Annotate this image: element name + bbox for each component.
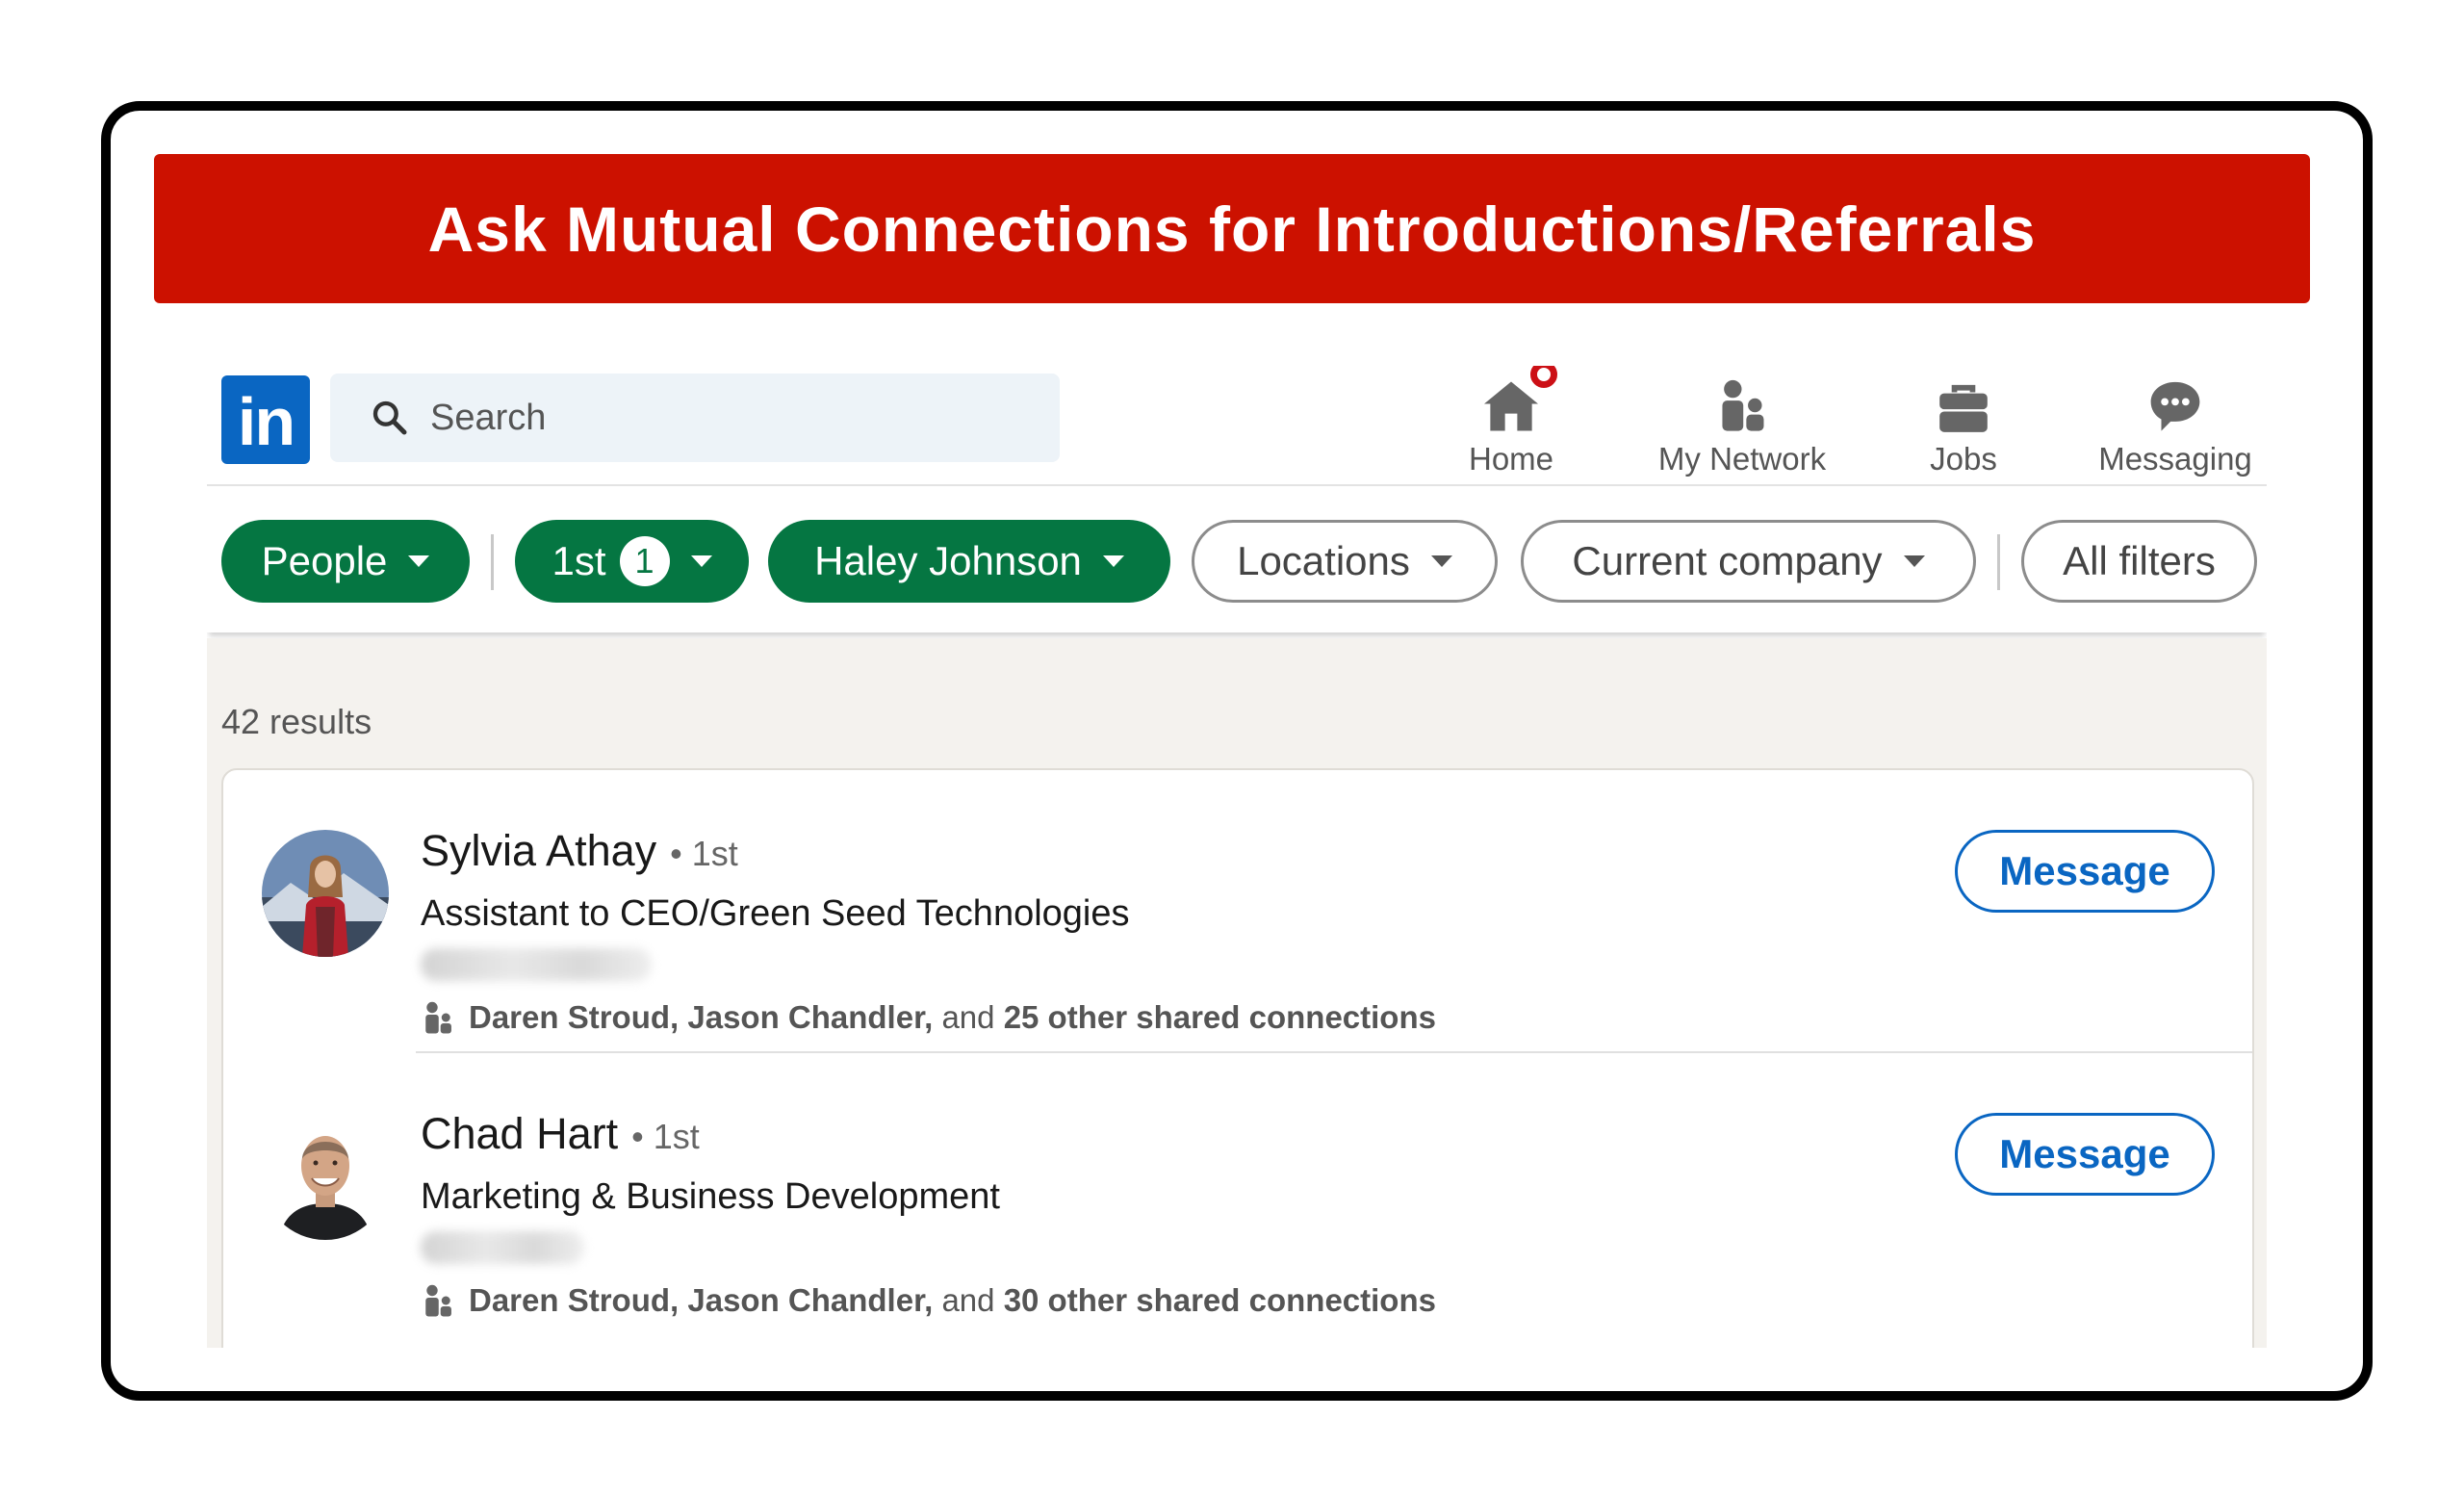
filter-connections[interactable]: 1st 1 [515, 520, 749, 603]
connection-degree: • 1st [631, 1117, 700, 1156]
top-nav-bar: in Home [207, 366, 2267, 486]
shared-connections[interactable]: Daren Stroud, Jason Chandler, and 25 oth… [421, 999, 1436, 1036]
briefcase-icon [1939, 384, 1988, 432]
result-headline: Assistant to CEO/Green Seed Technologies [421, 893, 1130, 934]
banner-title: Ask Mutual Connections for Introductions… [427, 193, 2037, 265]
filter-connection-of-label: Haley Johnson [814, 538, 1082, 583]
result-headline: Marketing & Business Development [421, 1176, 1000, 1217]
filter-connections-label: 1st [552, 538, 606, 583]
message-button[interactable]: Message [1955, 1113, 2215, 1196]
avatar[interactable] [262, 1113, 389, 1240]
caret-down-icon [690, 555, 712, 567]
message-button[interactable]: Message [1955, 830, 2215, 913]
filter-locations-label: Locations [1237, 538, 1410, 583]
filter-people[interactable]: People [221, 520, 470, 603]
filter-current-company[interactable]: Current company [1521, 520, 1976, 603]
filter-connection-of[interactable]: Haley Johnson [768, 520, 1170, 603]
network-icon [1722, 379, 1764, 431]
caret-down-icon [1430, 555, 1452, 567]
connection-degree: • 1st [670, 834, 738, 873]
shared-rest: 25 other shared connections [1003, 999, 1436, 1035]
shared-names: Daren Stroud, Jason Chandler, [469, 999, 934, 1035]
linkedin-app: in Home [207, 366, 2267, 1348]
nav-home-label: Home [1468, 441, 1554, 477]
result-row: Chad Hart • 1st Marketing & Business Dev… [223, 1053, 2252, 1334]
blurred-location [421, 948, 652, 981]
nav-my-network-label: My Network [1657, 441, 1827, 477]
filter-all-filters-label: All filters [2063, 538, 2216, 583]
result-name[interactable]: Chad Hart [421, 1109, 618, 1159]
shared-connections[interactable]: Daren Stroud, Jason Chandler, and 30 oth… [421, 1282, 1436, 1319]
avatar[interactable] [262, 830, 389, 957]
filter-divider [1997, 534, 2000, 590]
filter-current-company-label: Current company [1572, 538, 1883, 583]
linkedin-logo[interactable]: in [221, 375, 310, 464]
search-results: 42 results Sylvia Athay • 1st Assistant … [207, 638, 2267, 1348]
nav-messaging[interactable]: Messaging [2084, 366, 2267, 481]
results-count: 42 results [221, 702, 372, 741]
search-box[interactable] [330, 374, 1060, 462]
filter-all-filters[interactable]: All filters [2021, 520, 2257, 603]
result-name-line: Sylvia Athay • 1st [421, 826, 738, 876]
title-banner: Ask Mutual Connections for Introductions… [154, 154, 2310, 303]
blurred-location [421, 1231, 584, 1264]
shared-rest: 30 other shared connections [1003, 1282, 1436, 1318]
result-name-line: Chad Hart • 1st [421, 1109, 700, 1159]
search-input[interactable] [430, 397, 1008, 439]
shared-and: and [941, 999, 995, 1035]
nav-jobs-label: Jobs [1930, 441, 1997, 477]
nav-jobs[interactable]: Jobs [1911, 366, 2016, 481]
nav-messaging-label: Messaging [2098, 441, 2252, 477]
caret-down-icon [1102, 555, 1124, 567]
messaging-icon [2150, 381, 2200, 431]
caret-down-icon [1903, 555, 1925, 567]
nav-my-network[interactable]: My Network [1651, 366, 1834, 481]
filter-count-badge: 1 [619, 536, 670, 586]
result-name[interactable]: Sylvia Athay [421, 826, 656, 876]
result-row: Sylvia Athay • 1st Assistant to CEO/Gree… [223, 770, 2252, 1051]
filter-locations[interactable]: Locations [1192, 520, 1498, 603]
shared-connections-icon [425, 1284, 451, 1317]
results-card: Sylvia Athay • 1st Assistant to CEO/Gree… [221, 768, 2254, 1348]
search-icon [372, 400, 407, 435]
shared-names: Daren Stroud, Jason Chandler, [469, 1282, 934, 1318]
search-filters-bar: People 1st 1 Haley Johnson Locations Cur… [207, 488, 2267, 632]
nav-home[interactable]: Home [1458, 366, 1564, 481]
filter-divider [491, 534, 494, 590]
caret-down-icon [408, 555, 430, 567]
shared-connections-icon [425, 1001, 451, 1034]
shared-and: and [941, 1282, 995, 1318]
filter-people-label: People [261, 538, 388, 583]
